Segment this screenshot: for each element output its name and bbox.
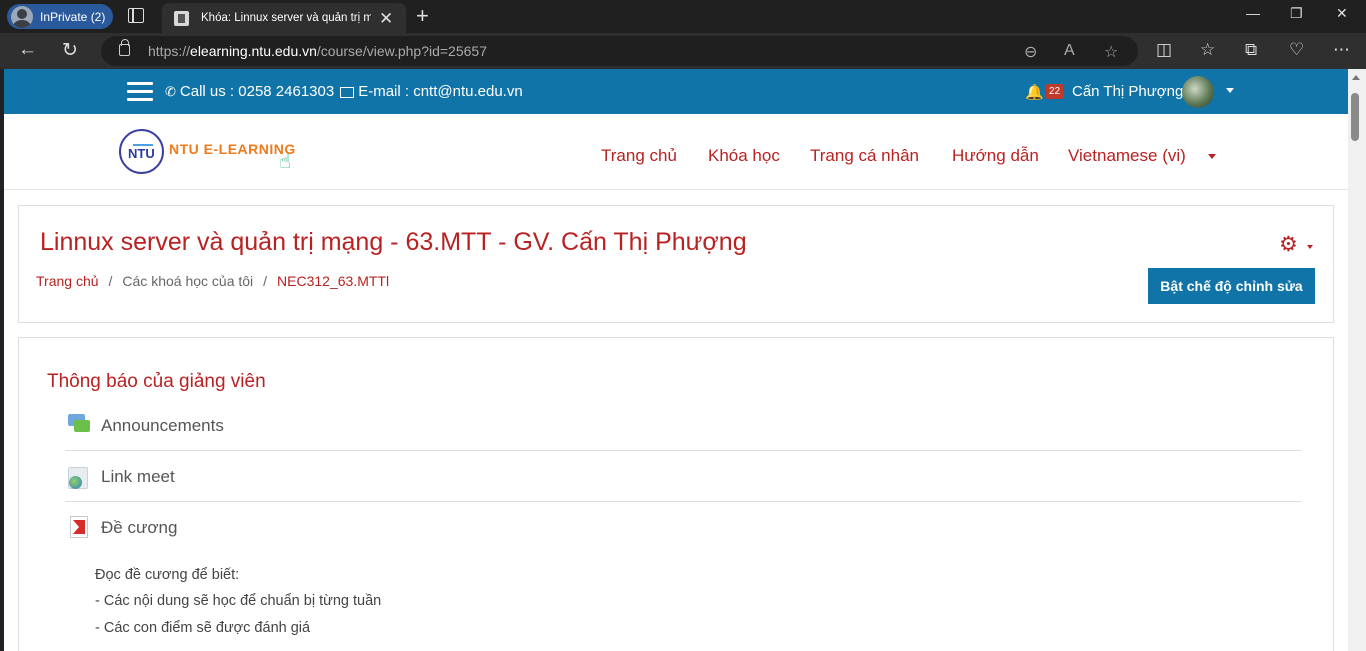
- pdf-icon: [70, 516, 88, 538]
- activity-description-line: - Các nội dung sẽ học để chuẩn bị từng t…: [95, 593, 382, 609]
- activity-name[interactable]: Announcements: [101, 416, 224, 436]
- activity-name[interactable]: Đề cương: [101, 518, 177, 538]
- inprivate-label: InPrivate (2): [40, 9, 106, 24]
- logo-badge-text: NTU: [128, 146, 155, 161]
- site-logo[interactable]: NTU NTU E-LEARNING ☝: [119, 129, 309, 177]
- tab-title: Khóa: Linnux server và quản trị m: [201, 12, 371, 24]
- nav-profile[interactable]: Trang cá nhân: [810, 146, 919, 166]
- favorite-star-icon[interactable]: ☆: [1104, 42, 1118, 62]
- notification-bell-icon[interactable]: 🔔: [1025, 83, 1044, 101]
- nav-courses[interactable]: Khóa học: [708, 146, 780, 166]
- phone-text: Call us : 0258 2461303: [179, 83, 335, 100]
- url-host: elearning.ntu.edu.vn: [190, 43, 317, 59]
- read-aloud-icon[interactable]: A: [1064, 42, 1075, 60]
- url-text[interactable]: https://elearning.ntu.edu.vn/course/view…: [148, 43, 487, 59]
- browser-titlebar: InPrivate (2) Khóa: Linnux server và quả…: [0, 0, 1366, 33]
- activity-announcements[interactable]: Announcements: [65, 400, 1301, 451]
- course-section-card: Thông báo của giảng viên Announcements L…: [18, 337, 1334, 651]
- site-topbar: ✆ Call us : 0258 2461303 E-mail : cntt@n…: [4, 69, 1348, 114]
- logo-emblem: NTU: [119, 129, 164, 174]
- nav-guide[interactable]: Hướng dẫn: [952, 146, 1039, 166]
- breadcrumb: Trang chủ / Các khoá học của tôi / NEC31…: [36, 273, 389, 289]
- section-title: Thông báo của giảng viên: [47, 371, 266, 392]
- breadcrumb-my-courses[interactable]: Các khoá học của tôi: [122, 273, 253, 289]
- url-icon: [68, 467, 88, 489]
- language-caret-icon[interactable]: [1208, 154, 1216, 159]
- profile-avatar-icon: [11, 5, 33, 28]
- forum-icon: [68, 414, 90, 434]
- contact-info: ✆ Call us : 0258 2461303 E-mail : cntt@n…: [165, 83, 523, 100]
- activity-description-line: - Các con điểm sẽ được đánh giá: [95, 620, 311, 636]
- course-header-card: Linnux server và quản trị mạng - 63.MTT …: [18, 205, 1334, 323]
- collections-icon[interactable]: ⧉: [1245, 40, 1257, 60]
- user-name[interactable]: Cấn Thị Phượng: [1072, 83, 1183, 100]
- tab-actions-icon[interactable]: [128, 8, 144, 23]
- site-header: NTU NTU E-LEARNING ☝ Trang chủ Khóa học …: [4, 114, 1348, 190]
- email-text: E-mail : cntt@ntu.edu.vn: [358, 83, 523, 100]
- url-path: /course/view.php?id=25657: [316, 43, 487, 59]
- activity-syllabus[interactable]: Đề cương: [65, 502, 1301, 553]
- tab-favicon-icon: [174, 10, 189, 26]
- lock-icon[interactable]: [119, 39, 130, 56]
- tab-close-icon[interactable]: ✕: [379, 10, 393, 27]
- settings-more-icon[interactable]: ⋯: [1333, 40, 1350, 60]
- pointer-hand-icon: ☝: [279, 151, 292, 173]
- scroll-up-arrow-icon[interactable]: [1352, 75, 1360, 80]
- user-avatar[interactable]: [1182, 76, 1214, 108]
- logo-text: NTU E-LEARNING: [169, 141, 296, 157]
- address-bar[interactable]: https://elearning.ntu.edu.vn/course/view…: [101, 36, 1138, 66]
- restore-icon[interactable]: ❐: [1290, 5, 1303, 22]
- settings-caret-icon[interactable]: [1307, 245, 1313, 249]
- activity-link-meet[interactable]: Link meet: [65, 451, 1301, 502]
- url-scheme: https://: [148, 43, 191, 59]
- zoom-icon[interactable]: ⊖: [1024, 42, 1037, 62]
- breadcrumb-separator: /: [108, 273, 113, 289]
- course-title: Linnux server và quản trị mạng - 63.MTT …: [40, 228, 747, 256]
- user-menu-caret-icon[interactable]: [1226, 88, 1234, 93]
- turn-editing-on-button[interactable]: Bật chế độ chỉnh sửa: [1148, 268, 1315, 304]
- minimize-icon[interactable]: —: [1246, 5, 1260, 21]
- envelope-icon: [340, 87, 355, 98]
- refresh-icon[interactable]: ↻: [62, 39, 78, 62]
- inprivate-profile-button[interactable]: InPrivate (2): [7, 4, 113, 29]
- scrollbar-thumb[interactable]: [1351, 93, 1359, 141]
- close-window-icon[interactable]: ✕: [1336, 5, 1348, 22]
- course-settings-gear-icon[interactable]: ⚙: [1279, 232, 1298, 257]
- web-page: ✆ Call us : 0258 2461303 E-mail : cntt@n…: [4, 69, 1348, 651]
- breadcrumb-home[interactable]: Trang chủ: [36, 273, 99, 289]
- page-scrollbar[interactable]: [1348, 69, 1366, 651]
- menu-toggle-icon[interactable]: [127, 82, 153, 102]
- browser-tab[interactable]: Khóa: Linnux server và quản trị m ✕: [162, 3, 406, 33]
- nav-home[interactable]: Trang chủ: [601, 146, 677, 166]
- split-screen-icon[interactable]: ◫: [1156, 40, 1172, 60]
- activity-name[interactable]: Link meet: [101, 467, 175, 487]
- nav-language[interactable]: Vietnamese (vi): [1068, 146, 1186, 166]
- new-tab-icon[interactable]: +: [416, 3, 429, 29]
- back-icon[interactable]: ←: [18, 39, 37, 61]
- breadcrumb-separator: /: [263, 273, 268, 289]
- phone-icon: ✆: [165, 83, 176, 99]
- browser-essentials-icon[interactable]: ♡: [1289, 40, 1304, 60]
- breadcrumb-course[interactable]: NEC312_63.MTTl: [277, 273, 389, 289]
- activity-description-line: Đọc đề cương để biết:: [95, 567, 240, 583]
- favorites-icon[interactable]: ☆: [1200, 40, 1215, 60]
- address-toolbar: ← ↻ https://elearning.ntu.edu.vn/course/…: [0, 33, 1366, 69]
- notification-count-badge[interactable]: 22: [1046, 84, 1064, 99]
